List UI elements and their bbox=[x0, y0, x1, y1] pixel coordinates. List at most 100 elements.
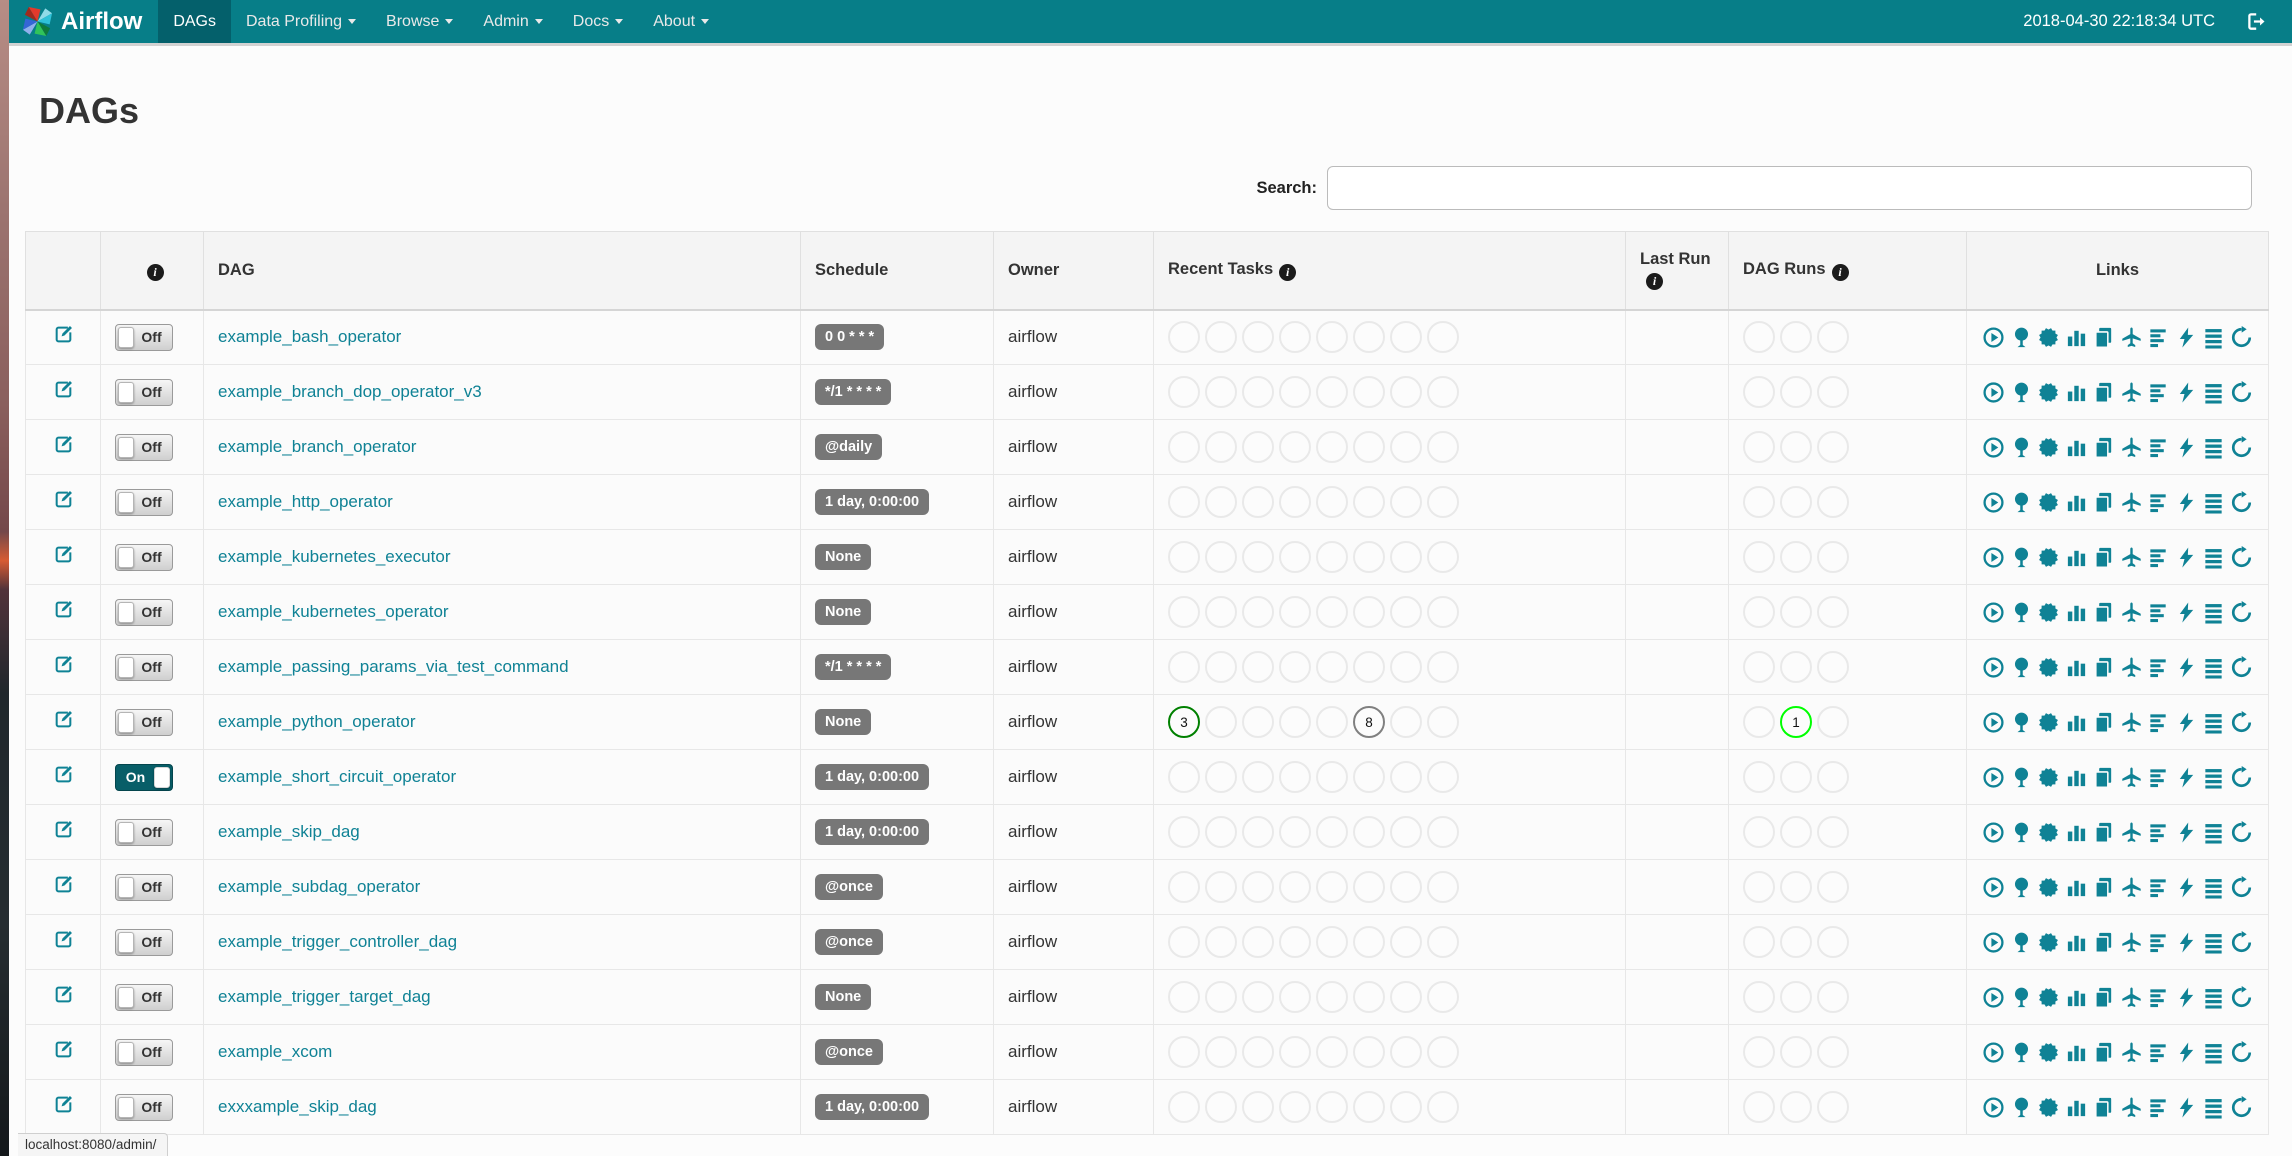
refresh-icon[interactable] bbox=[2230, 986, 2253, 1009]
landing-times-icon[interactable] bbox=[2120, 601, 2143, 624]
landing-times-icon[interactable] bbox=[2120, 1041, 2143, 1064]
dag-link[interactable]: example_passing_params_via_test_command bbox=[218, 657, 569, 676]
edit-dag-icon[interactable] bbox=[53, 599, 74, 620]
gantt-icon[interactable] bbox=[2147, 326, 2170, 349]
refresh-icon[interactable] bbox=[2230, 1041, 2253, 1064]
edit-dag-icon[interactable] bbox=[53, 984, 74, 1005]
tree-view-icon[interactable] bbox=[2010, 546, 2033, 569]
dag-link[interactable]: example_short_circuit_operator bbox=[218, 767, 456, 786]
dag-link[interactable]: example_branch_operator bbox=[218, 437, 416, 456]
task-tries-icon[interactable] bbox=[2092, 1096, 2115, 1119]
task-tries-icon[interactable] bbox=[2092, 821, 2115, 844]
graph-view-icon[interactable] bbox=[2037, 1041, 2060, 1064]
code-icon[interactable] bbox=[2175, 326, 2198, 349]
nav-item-dags[interactable]: DAGs bbox=[158, 0, 231, 43]
task-tries-icon[interactable] bbox=[2092, 876, 2115, 899]
task-duration-icon[interactable] bbox=[2065, 491, 2088, 514]
gantt-icon[interactable] bbox=[2147, 711, 2170, 734]
dag-toggle[interactable]: Off bbox=[115, 983, 173, 1011]
gantt-icon[interactable] bbox=[2147, 986, 2170, 1009]
task-tries-icon[interactable] bbox=[2092, 986, 2115, 1009]
dag-toggle[interactable]: Off bbox=[115, 488, 173, 516]
graph-view-icon[interactable] bbox=[2037, 986, 2060, 1009]
landing-times-icon[interactable] bbox=[2120, 491, 2143, 514]
code-icon[interactable] bbox=[2175, 1041, 2198, 1064]
landing-times-icon[interactable] bbox=[2120, 821, 2143, 844]
trigger-dag-icon[interactable] bbox=[1982, 381, 2005, 404]
task-duration-icon[interactable] bbox=[2065, 821, 2088, 844]
refresh-icon[interactable] bbox=[2230, 601, 2253, 624]
edit-dag-icon[interactable] bbox=[53, 709, 74, 730]
edit-dag-icon[interactable] bbox=[53, 654, 74, 675]
gantt-icon[interactable] bbox=[2147, 821, 2170, 844]
dag-link[interactable]: example_http_operator bbox=[218, 492, 393, 511]
tree-view-icon[interactable] bbox=[2010, 491, 2033, 514]
gantt-icon[interactable] bbox=[2147, 876, 2170, 899]
dag-toggle[interactable]: Off bbox=[115, 928, 173, 956]
dag-details-icon[interactable] bbox=[2202, 601, 2225, 624]
landing-times-icon[interactable] bbox=[2120, 986, 2143, 1009]
code-icon[interactable] bbox=[2175, 821, 2198, 844]
tree-view-icon[interactable] bbox=[2010, 821, 2033, 844]
task-duration-icon[interactable] bbox=[2065, 1096, 2088, 1119]
edit-dag-icon[interactable] bbox=[53, 544, 74, 565]
trigger-dag-icon[interactable] bbox=[1982, 656, 2005, 679]
task-duration-icon[interactable] bbox=[2065, 381, 2088, 404]
airflow-brand[interactable]: Airflow bbox=[9, 0, 158, 43]
nav-item-docs[interactable]: Docs bbox=[558, 0, 638, 43]
task-tries-icon[interactable] bbox=[2092, 491, 2115, 514]
code-icon[interactable] bbox=[2175, 491, 2198, 514]
task-tries-icon[interactable] bbox=[2092, 931, 2115, 954]
trigger-dag-icon[interactable] bbox=[1982, 986, 2005, 1009]
tree-view-icon[interactable] bbox=[2010, 436, 2033, 459]
task-duration-icon[interactable] bbox=[2065, 436, 2088, 459]
landing-times-icon[interactable] bbox=[2120, 711, 2143, 734]
tree-view-icon[interactable] bbox=[2010, 876, 2033, 899]
edit-dag-icon[interactable] bbox=[53, 434, 74, 455]
gantt-icon[interactable] bbox=[2147, 1096, 2170, 1119]
dag-details-icon[interactable] bbox=[2202, 436, 2225, 459]
dag-link[interactable]: example_python_operator bbox=[218, 712, 416, 731]
dag-details-icon[interactable] bbox=[2202, 876, 2225, 899]
task-tries-icon[interactable] bbox=[2092, 656, 2115, 679]
trigger-dag-icon[interactable] bbox=[1982, 931, 2005, 954]
graph-view-icon[interactable] bbox=[2037, 546, 2060, 569]
tree-view-icon[interactable] bbox=[2010, 601, 2033, 624]
dag-toggle[interactable]: Off bbox=[115, 433, 173, 461]
graph-view-icon[interactable] bbox=[2037, 326, 2060, 349]
code-icon[interactable] bbox=[2175, 1096, 2198, 1119]
refresh-icon[interactable] bbox=[2230, 656, 2253, 679]
code-icon[interactable] bbox=[2175, 546, 2198, 569]
dag-link[interactable]: example_subdag_operator bbox=[218, 877, 420, 896]
graph-view-icon[interactable] bbox=[2037, 1096, 2060, 1119]
task-duration-icon[interactable] bbox=[2065, 766, 2088, 789]
landing-times-icon[interactable] bbox=[2120, 766, 2143, 789]
dag-details-icon[interactable] bbox=[2202, 986, 2225, 1009]
task-duration-icon[interactable] bbox=[2065, 986, 2088, 1009]
gantt-icon[interactable] bbox=[2147, 931, 2170, 954]
code-icon[interactable] bbox=[2175, 986, 2198, 1009]
refresh-icon[interactable] bbox=[2230, 931, 2253, 954]
gantt-icon[interactable] bbox=[2147, 766, 2170, 789]
graph-view-icon[interactable] bbox=[2037, 436, 2060, 459]
edit-dag-icon[interactable] bbox=[53, 819, 74, 840]
dag-link[interactable]: example_trigger_target_dag bbox=[218, 987, 431, 1006]
dag-details-icon[interactable] bbox=[2202, 766, 2225, 789]
graph-view-icon[interactable] bbox=[2037, 491, 2060, 514]
nav-item-browse[interactable]: Browse bbox=[371, 0, 468, 43]
dag-toggle[interactable]: Off bbox=[115, 708, 173, 736]
trigger-dag-icon[interactable] bbox=[1982, 821, 2005, 844]
edit-dag-icon[interactable] bbox=[53, 379, 74, 400]
task-count-circle-success[interactable]: 3 bbox=[1168, 706, 1200, 738]
refresh-icon[interactable] bbox=[2230, 491, 2253, 514]
code-icon[interactable] bbox=[2175, 436, 2198, 459]
gantt-icon[interactable] bbox=[2147, 436, 2170, 459]
dag-details-icon[interactable] bbox=[2202, 326, 2225, 349]
task-tries-icon[interactable] bbox=[2092, 1041, 2115, 1064]
dag-details-icon[interactable] bbox=[2202, 491, 2225, 514]
task-duration-icon[interactable] bbox=[2065, 326, 2088, 349]
refresh-icon[interactable] bbox=[2230, 766, 2253, 789]
refresh-icon[interactable] bbox=[2230, 381, 2253, 404]
dag-details-icon[interactable] bbox=[2202, 821, 2225, 844]
code-icon[interactable] bbox=[2175, 766, 2198, 789]
